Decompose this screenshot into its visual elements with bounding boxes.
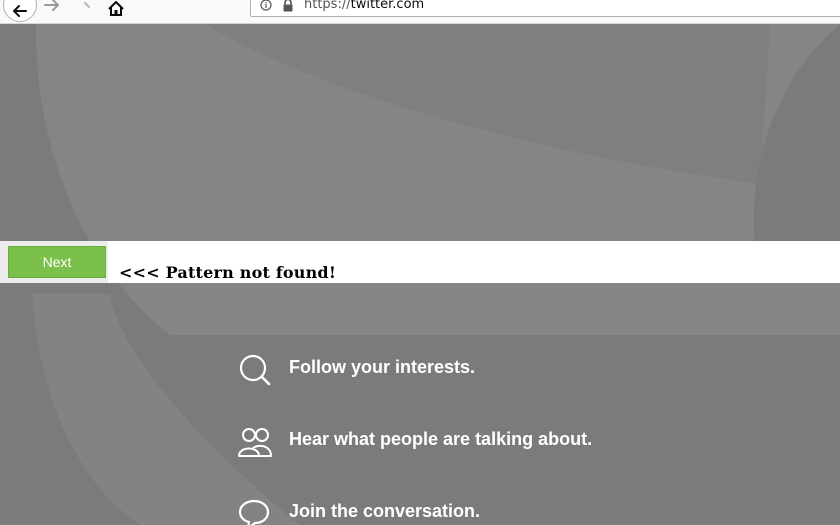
address-bar[interactable]: https://twitter.com xyxy=(250,0,840,17)
next-button[interactable]: Next xyxy=(8,246,106,278)
people-icon xyxy=(238,428,272,457)
home-button[interactable] xyxy=(102,0,130,22)
find-status-message: <<< Pattern not found! xyxy=(119,263,337,282)
lock-icon[interactable] xyxy=(282,0,294,12)
forward-arrow-icon xyxy=(44,0,59,11)
url-text[interactable]: https://twitter.com xyxy=(304,0,424,12)
feature-text: Join the conversation. xyxy=(289,501,481,521)
browser-toolbar: https://twitter.com xyxy=(0,0,840,24)
search-icon xyxy=(239,354,271,386)
reload-icon xyxy=(84,2,90,8)
forward-button[interactable] xyxy=(37,0,67,22)
home-icon xyxy=(108,1,124,16)
feature-text: Hear what people are talking about. xyxy=(289,429,593,449)
find-bar: Next <<< Pattern not found! xyxy=(0,241,840,283)
info-icon[interactable] xyxy=(260,0,272,11)
speech-bubble-icon xyxy=(238,499,270,525)
reload-button[interactable] xyxy=(72,0,100,22)
url-host: twitter.com xyxy=(350,0,425,12)
feature-text: Follow your interests. xyxy=(289,357,476,377)
url-scheme: https:// xyxy=(304,0,351,12)
back-arrow-icon xyxy=(13,5,27,17)
back-button[interactable] xyxy=(3,0,37,22)
find-bar-controls: Next xyxy=(0,241,108,283)
